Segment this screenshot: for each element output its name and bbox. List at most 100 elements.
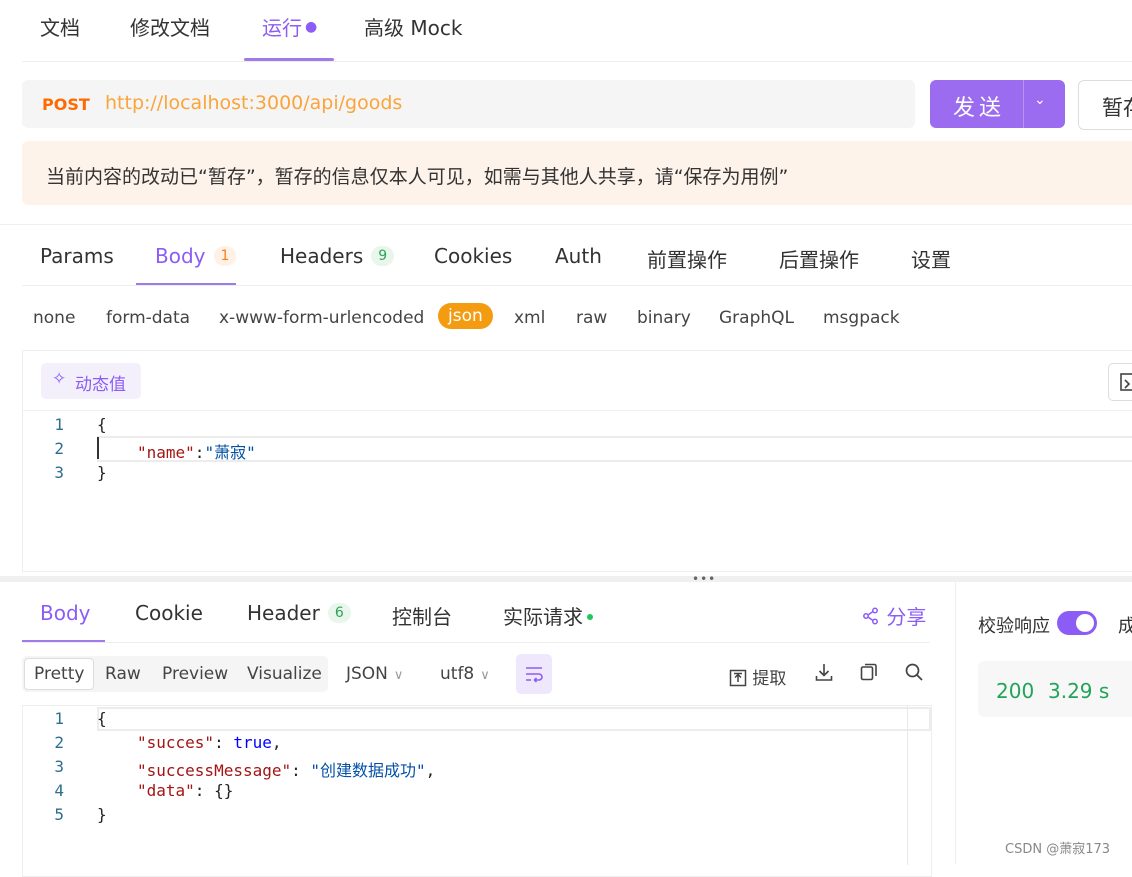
tab-run[interactable]: 运行 ● [262, 12, 317, 41]
wrap-icon [526, 667, 543, 683]
view-mode-pretty[interactable]: Pretty [34, 664, 84, 684]
validate-response-toggle[interactable] [1057, 611, 1097, 635]
tab-body[interactable]: Body 1 [155, 244, 237, 268]
method-select[interactable]: POST [42, 95, 90, 114]
line-number: 2 [54, 733, 64, 752]
code-token: : [194, 443, 205, 462]
tab-response-header-label: Header [247, 601, 320, 625]
body-type-urlencoded[interactable]: x-www-form-urlencoded [219, 308, 424, 328]
text-cursor [97, 437, 99, 459]
code-token: { [97, 415, 107, 434]
tab-actual-request[interactable]: 实际请求 [503, 601, 593, 630]
view-mode-raw[interactable]: Raw [105, 664, 141, 684]
url-bar[interactable]: POST http://localhost:3000/api/goods [22, 80, 915, 128]
magic-wand-icon: ✧ [52, 369, 67, 389]
body-type-none[interactable]: none [33, 308, 75, 328]
status-dot-icon [587, 614, 593, 620]
code-line: { [97, 415, 107, 439]
tab-actual-request-label: 实际请求 [503, 605, 583, 629]
line-number: 3 [54, 757, 64, 776]
send-label: 发送 [953, 96, 1006, 121]
tab-settings[interactable]: 设置 [911, 244, 951, 273]
code-token: "data" [137, 781, 195, 800]
resize-handle[interactable] [0, 576, 1132, 582]
tab-run-label: 运行 [262, 16, 302, 40]
code-token: "创建数据成功" [310, 761, 426, 780]
send-button[interactable]: 发送 ⌄ [930, 80, 1065, 128]
format-select[interactable]: JSON ∨ [346, 664, 403, 684]
truncated-label: 成 [1118, 616, 1132, 637]
send-split-divider [1023, 80, 1024, 128]
code-line: "name":"萧寂" [137, 439, 256, 463]
tab-body-label: Body [155, 244, 206, 268]
code-line: } [97, 463, 107, 487]
tab-headers-label: Headers [280, 244, 364, 268]
watermark: CSDN @萧寂173 [1005, 842, 1111, 857]
tab-response-header[interactable]: Header 6 [247, 601, 351, 625]
body-type-form-data[interactable]: form-data [106, 308, 190, 328]
response-time: 3.29 s [1048, 679, 1110, 703]
body-type-graphql[interactable]: GraphQL [719, 308, 794, 328]
tab-headers[interactable]: Headers 9 [280, 244, 395, 268]
tab-response-body[interactable]: Body [40, 601, 91, 625]
unsaved-dot-icon: ● [305, 19, 318, 35]
tab-docs[interactable]: 文档 [40, 12, 80, 41]
copy-icon[interactable] [859, 662, 879, 682]
url-input[interactable]: http://localhost:3000/api/goods [105, 92, 402, 114]
divider [22, 285, 1132, 286]
tab-advanced-mock[interactable]: 高级 Mock [364, 12, 462, 41]
code-token: {} [214, 781, 234, 800]
tab-auth[interactable]: Auth [555, 244, 602, 268]
format-button[interactable] [1108, 363, 1132, 401]
body-type-json[interactable]: json [438, 303, 493, 329]
chevron-down-icon: ∨ [480, 668, 490, 683]
search-icon[interactable] [904, 662, 924, 682]
divider [955, 582, 956, 864]
status-code: 200 [996, 679, 1035, 703]
chevron-down-icon[interactable]: ⌄ [1034, 92, 1046, 108]
tab-cookies[interactable]: Cookies [434, 244, 512, 268]
code-token: "name" [137, 443, 195, 462]
save-draft-button[interactable]: 暂存 [1078, 80, 1132, 130]
tab-edit-docs[interactable]: 修改文档 [130, 12, 210, 41]
line-number: 4 [54, 781, 64, 800]
dynamic-value-button[interactable]: ✧ 动态值 [41, 363, 141, 399]
tab-post-actions[interactable]: 后置操作 [779, 244, 859, 273]
view-mode-preview[interactable]: Preview [162, 664, 228, 684]
line-number: 1 [54, 709, 64, 728]
word-wrap-button[interactable] [516, 654, 552, 694]
response-stats: 200 3.29 s 6 [978, 661, 1132, 717]
body-type-msgpack[interactable]: msgpack [823, 308, 900, 328]
code-punct: : [291, 761, 311, 780]
body-type-raw[interactable]: raw [576, 308, 607, 328]
code-line: { [97, 709, 107, 733]
active-line-highlight [97, 707, 931, 731]
body-type-binary[interactable]: binary [637, 308, 691, 328]
chevron-down-icon: ∨ [393, 668, 404, 683]
code-punct: , [425, 761, 436, 780]
divider [0, 224, 1132, 225]
drag-handle-icon[interactable]: ••• [692, 572, 716, 586]
encoding-select[interactable]: utf8 ∨ [440, 664, 490, 684]
tab-console[interactable]: 控制台 [392, 601, 452, 630]
draft-notice: 当前内容的改动已“暂存”，暂存的信息仅本人可见，如需与其他人共享，请“保存为用例… [22, 141, 1132, 205]
share-button[interactable]: 分享 [862, 601, 926, 630]
download-icon[interactable] [814, 662, 834, 682]
tab-response-cookie[interactable]: Cookie [135, 601, 203, 625]
view-mode-visualize[interactable]: Visualize [247, 664, 322, 684]
code-line: "succes": true, [137, 733, 282, 757]
extract-label: 提取 [752, 669, 787, 689]
count-badge: 6 [327, 603, 351, 623]
dynamic-value-label: 动态值 [75, 375, 126, 395]
extract-icon [729, 669, 747, 687]
code-punct: : [194, 781, 215, 800]
share-label: 分享 [886, 605, 927, 629]
code-token: { [97, 709, 107, 728]
divider [22, 410, 1132, 411]
tab-pre-actions[interactable]: 前置操作 [647, 244, 727, 273]
tab-params[interactable]: Params [40, 244, 114, 268]
notice-text: 当前内容的改动已“暂存”，暂存的信息仅本人可见，如需与其他人共享，请“保存为用例… [46, 166, 789, 188]
code-token: } [97, 463, 107, 482]
extract-button[interactable]: 提取 [729, 664, 786, 689]
body-type-xml[interactable]: xml [514, 308, 545, 328]
